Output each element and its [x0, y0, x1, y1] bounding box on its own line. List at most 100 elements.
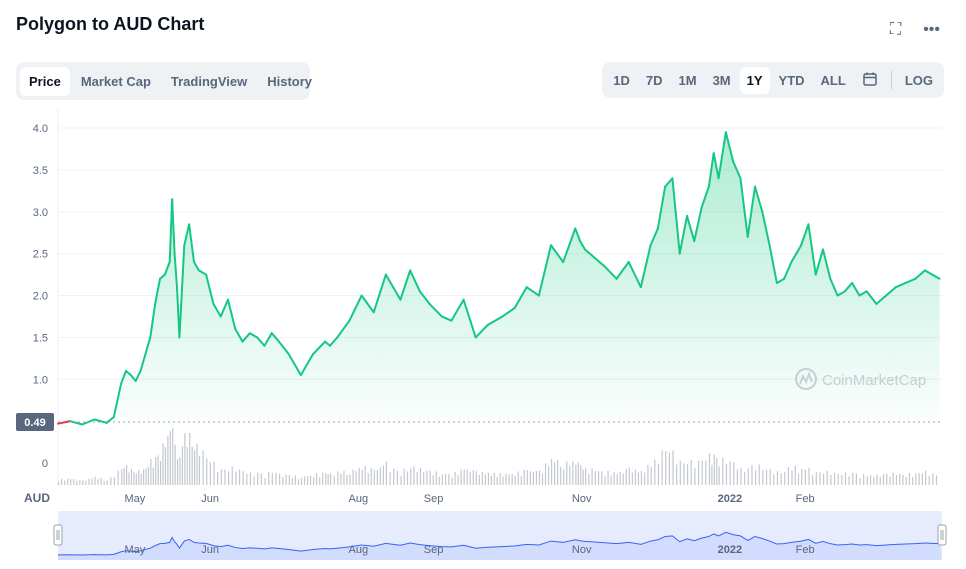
x-tick-label: May: [124, 493, 145, 505]
volume-bar: [826, 470, 828, 485]
volume-bar: [889, 476, 891, 485]
volume-bar: [463, 469, 465, 485]
volume-bar: [869, 475, 872, 485]
volume-bar: [228, 471, 230, 485]
volume-bar: [416, 471, 418, 485]
volume-bar: [484, 474, 487, 485]
volume-bar: [508, 474, 510, 485]
volume-bar: [560, 467, 562, 485]
price-chart[interactable]: 1.0 1.5 2.0 2.5 3.0 3.5 4.0 0.49 0 AUD May Jun Aug S…: [0, 0, 966, 569]
volume-bar: [637, 472, 640, 485]
volume-bar: [676, 464, 678, 485]
volume-bar: [309, 475, 312, 485]
volume-bar: [511, 473, 513, 485]
x-tick-label: Feb: [796, 493, 815, 505]
navigator-tick-label: May: [124, 544, 145, 556]
volume-bar: [410, 468, 412, 485]
volume-bar: [97, 479, 99, 485]
volume-bar: [396, 470, 398, 485]
volume-bar: [505, 473, 507, 485]
volume-bar: [400, 475, 402, 485]
volume-bar: [876, 474, 878, 485]
volume-bar: [376, 469, 378, 485]
volume-bar: [217, 472, 219, 485]
volume-bar: [566, 461, 568, 485]
volume-bar: [701, 460, 703, 485]
volume-bar: [569, 465, 571, 485]
volume-bar: [481, 471, 483, 485]
x-tick-label: Nov: [572, 493, 592, 505]
volume-bar: [460, 469, 462, 485]
volume-bar: [713, 454, 715, 485]
volume-bar: [502, 476, 504, 485]
volume-bar: [432, 475, 434, 485]
volume-bar: [765, 469, 768, 485]
volume-bar: [196, 443, 198, 485]
volume-bar: [740, 467, 742, 485]
volume-bar: [918, 473, 920, 485]
volume-bar: [597, 471, 600, 485]
x-tick-label: 2022: [718, 493, 742, 505]
volume-bar: [551, 458, 553, 485]
volume-bar: [423, 472, 425, 485]
volume-bar: [123, 468, 125, 485]
volume-bar: [246, 473, 248, 485]
volume-bar: [475, 470, 477, 485]
volume-bar: [313, 477, 315, 485]
navigator-right-handle[interactable]: [937, 524, 947, 546]
volume-bar: [191, 446, 193, 485]
x-tick-label: Aug: [348, 493, 368, 505]
volume-bar: [604, 476, 606, 485]
volume-bar: [88, 478, 90, 485]
volume-bar: [478, 475, 480, 485]
volume-bar: [184, 433, 186, 485]
volume-bar: [249, 472, 252, 485]
volume-bar: [644, 472, 646, 485]
volume-bar: [580, 465, 582, 485]
volume-bar: [448, 474, 450, 485]
navigator-left-handle[interactable]: [53, 524, 63, 546]
volume-bar: [94, 476, 96, 485]
volume-bar: [679, 460, 681, 485]
navigator-tick-label: Aug: [348, 544, 368, 556]
volume-bar: [155, 457, 157, 485]
volume-bar: [776, 471, 779, 485]
volume-bar: [716, 457, 718, 485]
volume-bar: [863, 474, 865, 485]
volume-bar: [140, 474, 142, 485]
volume-bar: [672, 450, 674, 485]
volume-bar: [325, 473, 327, 485]
volume-bar: [406, 471, 409, 485]
volume-bar: [563, 469, 565, 485]
volume-bar: [852, 472, 854, 485]
volume-bar: [206, 458, 208, 485]
volume-bar: [625, 469, 627, 485]
volume-bar: [373, 469, 375, 485]
volume-bar: [300, 478, 303, 485]
volume-bar: [174, 444, 176, 485]
volume-bar: [921, 473, 923, 485]
volume-bar: [364, 465, 366, 485]
volume-bar: [103, 480, 105, 485]
volume-bar: [729, 461, 731, 485]
volume-bar: [358, 467, 360, 485]
volume-bar: [722, 457, 724, 485]
volume-bar: [532, 471, 534, 485]
volume-bar: [194, 450, 196, 485]
volume-bar: [198, 456, 201, 485]
range-navigator[interactable]: May Jun Aug Sep Nov 2022 Feb: [53, 511, 947, 560]
volume-bar: [490, 475, 492, 485]
volume-bar: [925, 470, 927, 485]
volume-bar: [73, 478, 75, 485]
volume-bar: [303, 476, 306, 485]
volume-bar: [355, 470, 357, 485]
baseline-label: 0.49: [24, 417, 45, 429]
volume-bar: [169, 431, 171, 485]
volume-bar: [133, 471, 135, 485]
volume-bar: [520, 476, 522, 485]
volume-bar: [690, 459, 692, 485]
volume-bar: [150, 459, 152, 485]
volume-bar: [711, 464, 713, 485]
volume-bar: [523, 469, 525, 485]
volume-bar: [64, 480, 66, 485]
